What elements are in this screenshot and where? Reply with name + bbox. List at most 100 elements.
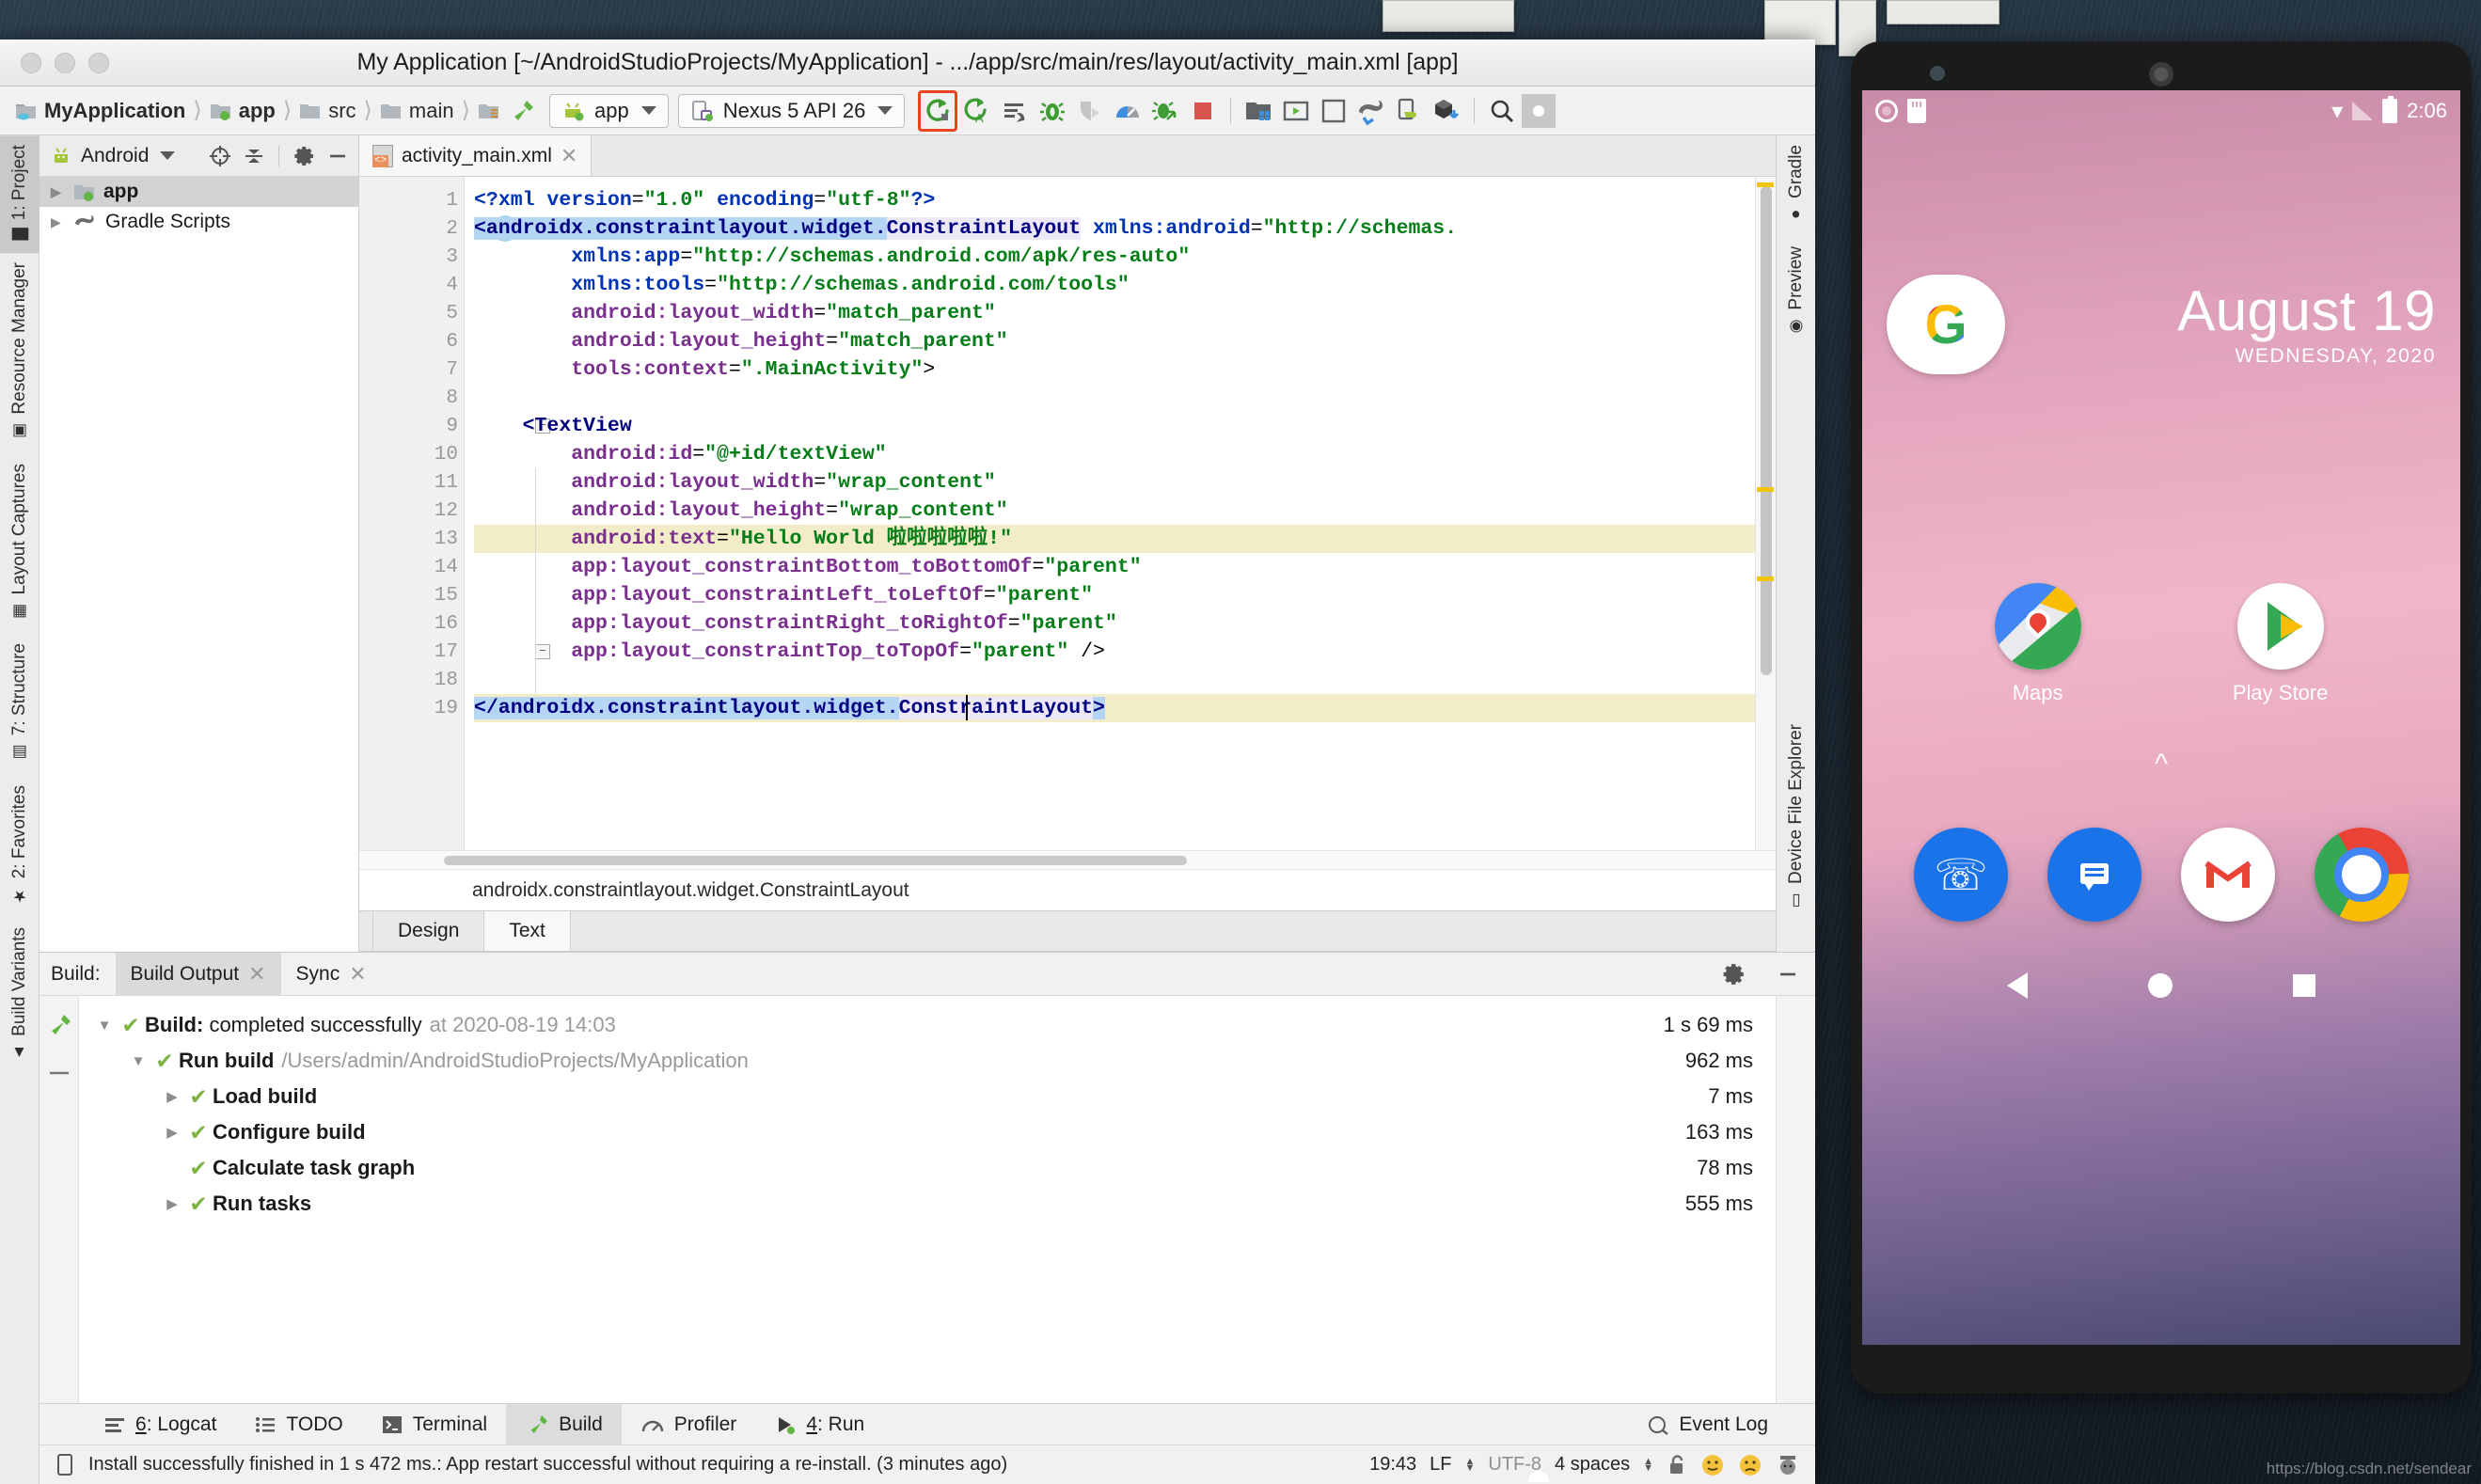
sidebar-item-layout-captures[interactable]: ▦ Layout Captures (9, 454, 30, 634)
account-button[interactable] (1522, 93, 1557, 1482)
tool-button-todo[interactable]: TODO (235, 1404, 361, 1445)
avd-manager-button[interactable] (1278, 93, 1314, 129)
code-line[interactable]: android:layout_width="wrap_content" (474, 468, 1776, 497)
indent-selector[interactable]: 4 spaces (1555, 1454, 1630, 1476)
error-stripe-mark[interactable] (1757, 182, 1774, 187)
editor-tab-activity-main-xml[interactable]: activity_main.xml ✕ (359, 135, 593, 176)
editor-vertical-scrollbar[interactable] (1755, 177, 1776, 850)
apply-changes-button[interactable]: A (959, 93, 995, 129)
chevron-down-icon[interactable] (160, 151, 176, 160)
emulator-screen[interactable]: ▾ 2:06 G August 19 WEDNESDAY, 2020 Maps (1862, 90, 2460, 1345)
nav-back-button[interactable] (2007, 972, 2028, 999)
scroll-from-source-button[interactable] (207, 143, 233, 169)
chrome-app-icon[interactable] (2315, 828, 2409, 922)
build-output-row[interactable]: ✔ Calculate task graph 78 ms (79, 1150, 1776, 1186)
close-icon[interactable]: ✕ (561, 144, 577, 168)
tool-button-run[interactable]: 4: Run (755, 1404, 883, 1445)
editor-gutter[interactable]: 12C−3 4 5 6 7 8 9− 10 11 12 13 14 15 16 17− 18 19− (359, 177, 550, 850)
minus-icon[interactable] (324, 143, 351, 169)
breadcrumb-app[interactable]: app (208, 99, 277, 123)
date-widget[interactable]: August 19 WEDNESDAY, 2020 (2005, 281, 2436, 368)
sdk-manager-button[interactable] (1240, 93, 1276, 129)
tab-build-output[interactable]: Build Output ✕ (115, 953, 281, 995)
breadcrumb-main[interactable]: main (378, 99, 456, 123)
chevron-down-icon[interactable]: ▼ (126, 1053, 150, 1069)
error-stripe-mark[interactable] (1757, 487, 1774, 492)
tab-design[interactable]: Design (372, 911, 485, 951)
chevron-up-icon[interactable]: ^ (1862, 749, 2460, 781)
breadcrumb-res[interactable] (476, 101, 502, 121)
build-hammer-button[interactable] (504, 93, 540, 129)
code-line[interactable]: android:text="Hello World 啦啦啦啦啦!" (474, 525, 1776, 553)
code-editor[interactable]: 12C−3456789−1011121314151617−1819− <?xml… (359, 177, 1776, 850)
tree-item-gradle-scripts[interactable]: ▶ Gradle Scripts (40, 207, 358, 237)
home-screen-widget[interactable]: G August 19 WEDNESDAY, 2020 (1862, 254, 2460, 395)
chevron-updown-icon[interactable]: ▲ ▼ (1464, 1456, 1475, 1473)
cube-download-button[interactable] (1429, 93, 1464, 129)
tree-item-app[interactable]: ▶ app (40, 177, 358, 207)
sidebar-item-preview[interactable]: ◉ Preview (1786, 237, 1807, 350)
editor-code-area[interactable]: <?xml version="1.0" encoding="utf-8"?> <a… (465, 177, 1776, 850)
apply-code-changes-button[interactable] (997, 93, 1033, 129)
breadcrumb-project[interactable]: MyApplication (13, 99, 187, 123)
tool-button-terminal[interactable]: Terminal (362, 1404, 506, 1445)
editor-horizontal-scrollbar[interactable] (359, 850, 1776, 869)
code-line[interactable]: android:layout_height="wrap_content" (474, 497, 1776, 525)
tab-text[interactable]: Text (484, 911, 571, 951)
caret-position[interactable]: 19:43 (1369, 1454, 1416, 1476)
profiler-button[interactable] (1110, 93, 1146, 129)
sidebar-item-resource-manager[interactable]: ▣ Resource Manager (9, 253, 30, 454)
sad-face-icon[interactable] (1738, 1453, 1762, 1477)
unlocked-padlock-icon[interactable] (1667, 1454, 1687, 1476)
code-line[interactable]: <?xml version="1.0" encoding="utf-8"?> (474, 186, 1776, 214)
chevron-down-icon[interactable]: ▼ (92, 1018, 117, 1034)
code-line[interactable]: android:layout_width="match_parent" (474, 299, 1776, 327)
tool-button-logcat[interactable]: 6: Logcat (85, 1404, 235, 1445)
debug-attach-process-button[interactable] (1147, 93, 1183, 129)
code-line[interactable] (474, 384, 1776, 412)
sidebar-item-device-file-explorer[interactable]: ▯ Device File Explorer (1786, 715, 1807, 924)
breadcrumb-src[interactable]: src (297, 99, 357, 123)
hammer-icon[interactable] (45, 1011, 73, 1039)
android-emulator-window[interactable]: ▾ 2:06 G August 19 WEDNESDAY, 2020 Maps (1851, 41, 2472, 1394)
code-line[interactable]: app:layout_constraintRight_toRightOf="pa… (474, 609, 1776, 638)
code-line[interactable]: android:layout_height="match_parent" (474, 327, 1776, 355)
code-line[interactable]: tools:context=".MainActivity"> (474, 355, 1776, 384)
happy-face-icon[interactable] (1700, 1453, 1725, 1477)
layout-inspector-button[interactable] (1316, 93, 1351, 129)
device-selector[interactable]: Nexus 5 API 26 (677, 93, 906, 128)
sidebar-item-favorites[interactable]: ★ 2: Favorites (9, 776, 30, 918)
google-search-widget[interactable]: G (1887, 275, 2005, 374)
build-hide-button[interactable] (1761, 953, 1815, 995)
error-stripe-mark[interactable] (1757, 576, 1774, 581)
collapse-all-button[interactable] (241, 143, 267, 169)
app-maps[interactable]: Maps (1994, 583, 2081, 705)
messages-app-icon[interactable] (2047, 828, 2141, 922)
sidebar-item-gradle[interactable]: ● Gradle (1786, 135, 1807, 237)
device-file-explorer-button[interactable] (1391, 93, 1427, 129)
build-output-tree[interactable]: ▼ ✔ Build: completed successfully at 2020-0… (79, 996, 1776, 1403)
chevron-right-icon[interactable]: ▶ (51, 184, 66, 200)
app-play-store[interactable]: Play Store (2233, 583, 2328, 705)
sidebar-item-build-variants[interactable]: ▲ Build Variants (9, 918, 30, 1075)
code-line[interactable]: android:id="@+id/textView" (474, 440, 1776, 468)
nav-recents-button[interactable] (2293, 974, 2315, 997)
project-view-selector[interactable]: Android (81, 145, 149, 167)
tab-sync[interactable]: Sync ✕ (281, 953, 382, 995)
chevron-right-icon[interactable]: ▶ (160, 1195, 184, 1212)
scrollbar-thumb[interactable] (1761, 186, 1772, 675)
build-output-row[interactable]: ▶ ✔ Configure build 163 ms (79, 1114, 1776, 1150)
run-configuration-selector[interactable]: app (548, 93, 669, 128)
code-line[interactable]: app:layout_constraintBottom_toBottomOf="… (474, 553, 1776, 581)
restart-icon[interactable] (46, 1060, 72, 1086)
run-button[interactable] (918, 89, 958, 132)
attach-debugger-button[interactable] (1072, 93, 1108, 129)
stop-button[interactable] (1185, 93, 1221, 129)
code-line[interactable]: </androidx.constraintlayout.widget.Const… (474, 694, 1776, 722)
chevron-right-icon[interactable]: ▶ (160, 1088, 184, 1105)
tool-button-build[interactable]: Build (506, 1404, 622, 1445)
code-line[interactable] (474, 666, 1776, 694)
code-line[interactable]: xmlns:tools="http://schemas.android.com/… (474, 271, 1776, 299)
search-everywhere-button[interactable] (1484, 93, 1520, 129)
tool-button-event-log[interactable]: Event Log (1628, 1404, 1787, 1445)
